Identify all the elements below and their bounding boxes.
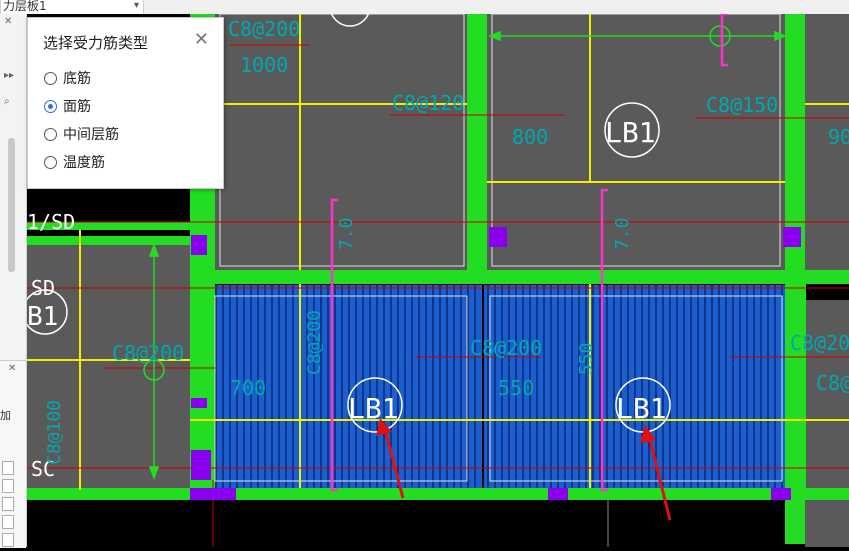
- property-row[interactable]: [2, 497, 14, 511]
- slab-label: B1: [27, 302, 58, 332]
- slab-label: LB1: [348, 392, 399, 425]
- close-icon[interactable]: ✕: [194, 29, 209, 50]
- property-row[interactable]: [2, 479, 14, 493]
- radio-button[interactable]: [44, 71, 57, 85]
- option-label: 温度筋: [63, 155, 105, 171]
- panel-label: 加: [0, 409, 11, 422]
- option-temperature-rebar[interactable]: 温度筋: [44, 152, 105, 172]
- top-toolbar: 力层板1 ▾: [0, 0, 849, 15]
- property-row[interactable]: [2, 533, 14, 547]
- rebar-text: C8@200: [790, 331, 849, 355]
- rebar-text: 700: [230, 376, 266, 400]
- rebar-text: C8@120: [392, 91, 464, 115]
- rebar-text: C8@200: [816, 371, 849, 395]
- chevron-down-icon[interactable]: ▾: [134, 0, 139, 14]
- slab-label: LB1: [605, 116, 656, 149]
- axis-label: SD: [31, 276, 55, 300]
- slab-region: [805, 500, 849, 547]
- radio-button[interactable]: [44, 155, 57, 169]
- radio-button-selected[interactable]: [44, 99, 57, 113]
- rebar-text: C8@200: [228, 17, 300, 41]
- axis-label: 1/SD: [27, 210, 75, 234]
- property-row[interactable]: [2, 461, 14, 475]
- expand-icon[interactable]: ▸▸: [4, 70, 14, 81]
- layer-selector-value: 力层板1: [3, 0, 47, 13]
- slab-region: [805, 300, 849, 490]
- option-label: 面筋: [63, 99, 91, 115]
- rebar-text: 550: [576, 342, 597, 375]
- search-icon[interactable]: ⌕: [4, 96, 10, 107]
- property-panel: ✕ 加: [0, 360, 26, 548]
- layer-selector[interactable]: 力层板1 ▾: [0, 0, 144, 15]
- dialog-title: 选择受力筋类型: [43, 34, 149, 52]
- rebar-text: C8@200: [470, 336, 542, 360]
- rebar-text: C8@200: [304, 310, 325, 375]
- dim-text: 7.0: [336, 217, 357, 250]
- dim-text: 7.0: [612, 217, 633, 250]
- option-top-rebar[interactable]: 面筋: [44, 96, 91, 116]
- rebar-text: 800: [512, 125, 548, 149]
- option-bottom-rebar[interactable]: 底筋: [44, 68, 91, 88]
- close-icon[interactable]: ✕: [8, 363, 16, 374]
- scrollbar[interactable]: [8, 138, 15, 272]
- option-label: 底筋: [63, 71, 91, 87]
- property-row[interactable]: [2, 515, 14, 529]
- close-icon[interactable]: ✕: [4, 16, 12, 27]
- rebar-text: C8@200: [112, 341, 184, 365]
- rebar-text: C8@150: [706, 93, 778, 117]
- rebar-type-dialog: 选择受力筋类型 ✕ 底筋 面筋 中间层筋 温度筋: [27, 17, 224, 189]
- rebar-text: 1000: [240, 53, 288, 77]
- rebar-text: C8@100: [44, 400, 65, 465]
- rebar-text: 90: [828, 125, 849, 149]
- slab-label: LB1: [616, 392, 667, 425]
- radio-button[interactable]: [44, 127, 57, 141]
- option-middle-rebar[interactable]: 中间层筋: [44, 124, 119, 144]
- option-label: 中间层筋: [63, 127, 119, 143]
- rebar-text: 550: [498, 376, 534, 400]
